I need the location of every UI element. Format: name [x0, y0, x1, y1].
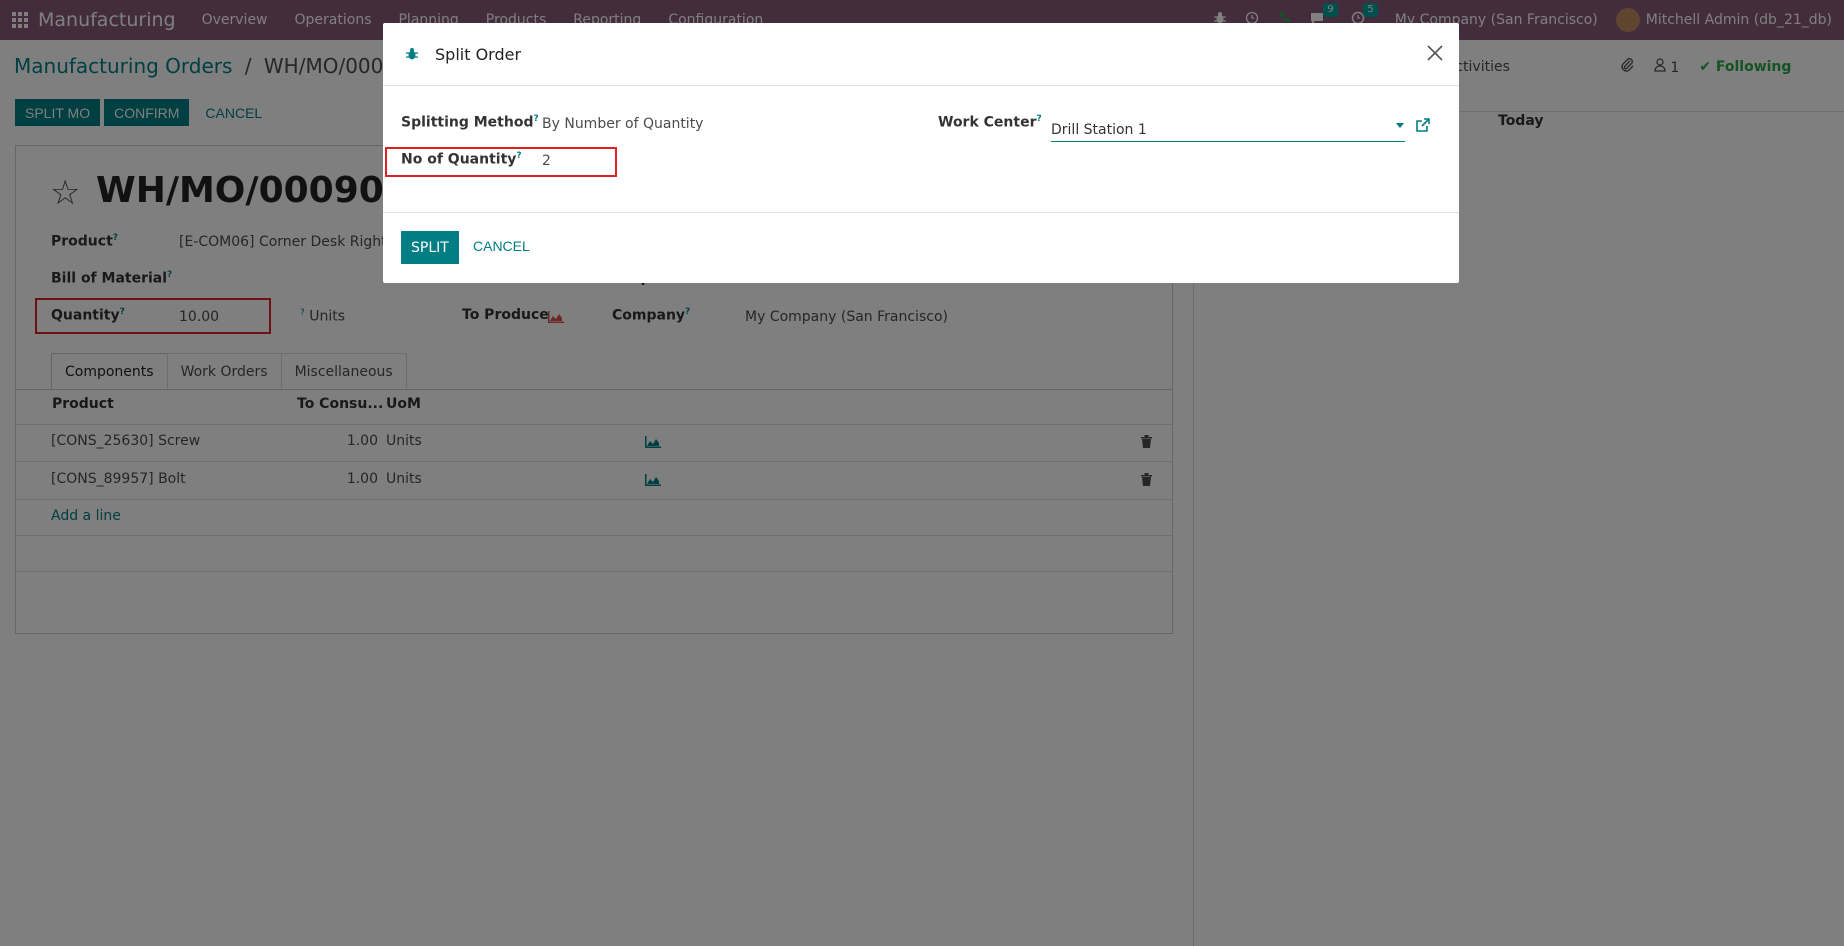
dialog-cancel-button[interactable]: CANCEL — [459, 232, 544, 259]
bug-icon — [405, 47, 419, 65]
splitting-method-value[interactable]: By Number of Quantity — [542, 116, 703, 132]
no-of-quantity-highlight — [385, 147, 617, 177]
work-center-input[interactable] — [1051, 118, 1405, 142]
dialog-header: Split Order — [383, 23, 1459, 86]
work-center-label: Work Center? — [938, 114, 1042, 131]
splitting-method-label: Splitting Method? — [401, 114, 539, 131]
external-link-icon[interactable] — [1415, 117, 1431, 133]
dialog-title: Split Order — [435, 45, 522, 64]
close-icon[interactable] — [1425, 43, 1445, 63]
split-button[interactable]: SPLIT — [401, 231, 459, 264]
chevron-down-icon[interactable] — [1396, 123, 1404, 128]
split-order-dialog: Split Order Splitting Method? By Number … — [383, 23, 1459, 283]
dialog-footer-divider — [383, 212, 1459, 213]
